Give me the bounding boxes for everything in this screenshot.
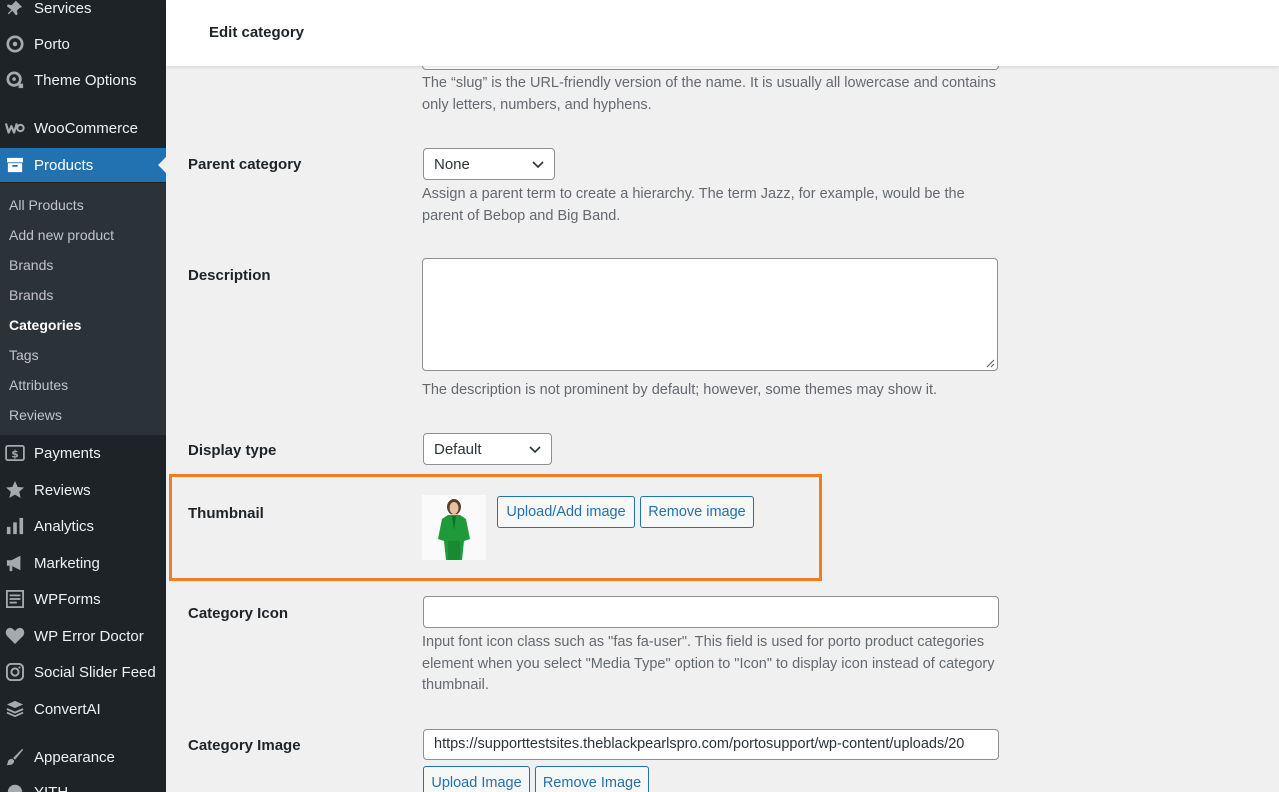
sidebar-item-label: Marketing [34, 554, 100, 572]
parent-category-help: Assign a parent term to create a hierarc… [422, 186, 965, 224]
payments-icon: $ [5, 443, 25, 463]
sidebar-item-label: YITH [34, 783, 69, 792]
thumbnail-label: Thumbnail [188, 505, 264, 522]
star-icon [5, 480, 25, 500]
submenu-all-products[interactable]: All Products [9, 195, 84, 215]
megaphone-icon [5, 553, 25, 573]
sidebar-item-label: Products [34, 156, 94, 174]
display-type-label: Display type [188, 442, 277, 459]
category-icon-input[interactable] [423, 596, 999, 628]
sidebar-item-label: ConvertAI [34, 700, 101, 718]
submenu-brands[interactable]: Brands [9, 255, 53, 275]
layers-icon [5, 699, 25, 719]
paintbrush-icon [5, 747, 25, 767]
sidebar-item-marketing[interactable]: Marketing [0, 546, 166, 580]
sidebar-item-label: Services [34, 0, 92, 17]
sidebar-item-woocommerce[interactable]: WooCommerce [0, 111, 166, 145]
theme-options-icon [5, 70, 25, 90]
bar-chart-icon [5, 516, 25, 536]
sidebar-item-appearance[interactable]: Appearance [0, 740, 166, 774]
instagram-icon [5, 662, 25, 682]
sidebar-item-porto[interactable]: Porto [0, 27, 166, 61]
sidebar-item-label: Reviews [34, 481, 91, 499]
chevron-down-icon [529, 446, 541, 454]
svg-text:$: $ [11, 447, 18, 460]
parent-category-label: Parent category [188, 156, 302, 173]
yith-icon [5, 782, 25, 792]
remove-category-image-button[interactable]: Remove Image [535, 766, 649, 792]
sidebar-item-wp-error-doctor[interactable]: WP Error Doctor [0, 619, 166, 653]
woocommerce-icon [5, 118, 25, 138]
display-type-select[interactable]: Default [423, 433, 552, 465]
admin-sidebar: Services Porto Theme Options WooCommerce… [0, 0, 166, 792]
sidebar-item-services[interactable]: Services [0, 0, 166, 25]
submenu-categories[interactable]: Categories [9, 315, 81, 335]
sidebar-item-label: Payments [34, 444, 101, 462]
submenu-add-new-product[interactable]: Add new product [9, 225, 114, 245]
submenu-brands-2[interactable]: Brands [9, 285, 53, 305]
upload-add-image-button[interactable]: Upload/Add image [497, 496, 635, 528]
page-title: Edit category [209, 24, 305, 41]
sidebar-item-label: Appearance [34, 748, 115, 766]
category-icon-label: Category Icon [188, 605, 289, 622]
remove-image-button[interactable]: Remove image [640, 496, 754, 528]
heart-icon [5, 626, 25, 646]
display-type-value: Default [434, 440, 482, 458]
submenu-attributes[interactable]: Attributes [9, 375, 68, 395]
description-textarea[interactable] [422, 258, 998, 371]
pushpin-icon [5, 0, 25, 18]
sidebar-item-payments[interactable]: $ Payments [0, 436, 166, 470]
parent-category-value: None [434, 155, 470, 173]
page-header: Edit category [166, 0, 1279, 66]
sidebar-item-label: Theme Options [34, 71, 137, 89]
sidebar-item-label: WP Error Doctor [34, 627, 144, 645]
sidebar-item-reviews[interactable]: Reviews [0, 473, 166, 507]
resize-handle-icon[interactable] [986, 359, 995, 368]
sidebar-item-label: Social Slider Feed [34, 663, 156, 681]
sidebar-item-theme-options[interactable]: Theme Options [0, 63, 166, 97]
slug-help-text: The “slug” is the URL-friendly version o… [422, 75, 996, 113]
products-submenu: All Products Add new product Brands Bran… [0, 183, 166, 435]
upload-image-button[interactable]: Upload Image [423, 766, 530, 792]
sidebar-item-label: Porto [34, 35, 70, 53]
parent-category-select[interactable]: None [423, 148, 555, 180]
sidebar-item-analytics[interactable]: Analytics [0, 509, 166, 543]
sidebar-item-label: WPForms [34, 590, 101, 608]
products-icon [5, 155, 25, 175]
chevron-down-icon [532, 161, 544, 169]
sidebar-item-yith[interactable]: YITH [0, 775, 166, 792]
sidebar-item-label: WooCommerce [34, 119, 138, 137]
submenu-tags[interactable]: Tags [9, 345, 39, 365]
description-label: Description [188, 267, 271, 284]
forms-icon [5, 589, 25, 609]
sidebar-item-label: Analytics [34, 517, 95, 535]
category-image-label: Category Image [188, 737, 301, 754]
sidebar-item-wpforms[interactable]: WPForms [0, 582, 166, 616]
description-help: The description is not prominent by defa… [422, 382, 937, 398]
sidebar-item-social-slider-feed[interactable]: Social Slider Feed [0, 655, 166, 689]
submenu-reviews[interactable]: Reviews [9, 405, 62, 425]
category-icon-help: Input font icon class such as "fas fa-us… [422, 634, 995, 693]
category-image-url-input[interactable]: https://supporttestsites.theblackpearlsp… [423, 729, 999, 760]
sidebar-item-convertai[interactable]: ConvertAI [0, 692, 166, 726]
thumbnail-preview-image [422, 495, 486, 560]
sidebar-item-products[interactable]: Products [0, 148, 166, 182]
porto-icon [5, 34, 25, 54]
